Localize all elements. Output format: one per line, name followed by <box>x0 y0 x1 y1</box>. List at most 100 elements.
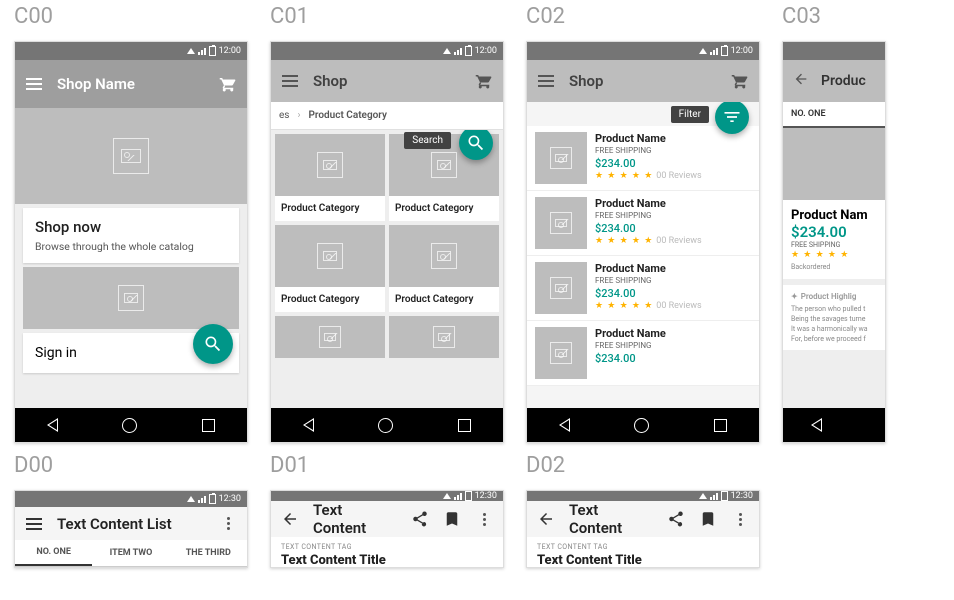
product-row[interactable]: Product Name FREE SHIPPING $234.00 <box>527 321 759 386</box>
status-time: 12:30 <box>731 491 753 501</box>
product-hero <box>783 128 885 200</box>
category-tile[interactable] <box>389 316 499 358</box>
card-title: Shop now <box>35 218 227 236</box>
tab-bar: NO. ONE ITEM TWO THE THIRD <box>15 540 247 567</box>
app-bar: Text Content List <box>15 507 247 540</box>
phone-c00: 12:00 Shop Name Shop now Browse through … <box>14 41 248 443</box>
phone-c03: Produc NO. ONE Product Nam $234.00 FREE … <box>782 41 886 443</box>
more-icon[interactable] <box>475 510 493 528</box>
phone-c02: 12:00 Shop Filter Product Nam <box>526 41 760 443</box>
nav-home-icon[interactable] <box>634 418 649 433</box>
tab-the-third[interactable]: THE THIRD <box>170 540 247 566</box>
app-bar: Text Content <box>271 501 503 537</box>
breadcrumb: es › Product Category <box>271 102 503 130</box>
nav-recent-icon[interactable] <box>714 419 727 432</box>
content-body: TEXT CONTENT TAG Text Content Title <box>527 537 759 568</box>
phone-d00: 12:30 Text Content List NO. ONE ITEM TWO… <box>14 490 248 568</box>
product-thumb <box>535 327 587 379</box>
grid-label-c00: C00 <box>14 4 248 29</box>
product-row[interactable]: Product Name FREE SHIPPING $234.00 ★ ★ ★… <box>527 256 759 321</box>
crumb-current: Product Category <box>308 110 386 121</box>
product-rating: ★ ★ ★ ★ ★00 Reviews <box>595 236 751 246</box>
category-tile[interactable]: Product Category <box>275 134 385 221</box>
bookmark-icon[interactable] <box>443 510 461 528</box>
status-bar: 12:00 <box>15 42 247 60</box>
nav-home-icon[interactable] <box>122 418 137 433</box>
content-body: TEXT CONTENT TAG Text Content Title <box>271 537 503 568</box>
category-tile[interactable]: Product Category <box>275 225 385 312</box>
product-thumb <box>535 132 587 184</box>
status-time: 12:00 <box>475 46 497 56</box>
nav-back-icon[interactable] <box>559 418 570 432</box>
tab-no-one[interactable]: NO. ONE <box>15 540 92 566</box>
content-title: Text Content Title <box>537 553 749 568</box>
menu-icon[interactable] <box>25 515 43 533</box>
grid-label-c03: C03 <box>782 4 886 29</box>
bookmark-icon[interactable] <box>699 510 717 528</box>
app-title: Shop <box>569 72 717 90</box>
more-icon[interactable] <box>731 510 749 528</box>
menu-icon[interactable] <box>537 72 555 90</box>
tab-no-one[interactable]: NO. ONE <box>783 102 885 128</box>
stock-status: Backordered <box>791 263 877 271</box>
menu-icon[interactable] <box>281 72 299 90</box>
product-row[interactable]: Product Name FREE SHIPPING $234.00 ★ ★ ★… <box>527 126 759 191</box>
app-bar: Shop Name <box>15 60 247 108</box>
category-tile[interactable]: Product Category <box>389 225 499 312</box>
status-time: 12:00 <box>731 46 753 56</box>
product-price: $234.00 <box>595 352 751 365</box>
back-arrow-icon[interactable] <box>537 510 555 528</box>
share-icon[interactable] <box>411 510 429 528</box>
product-list: Product Name FREE SHIPPING $234.00 ★ ★ ★… <box>527 122 759 390</box>
menu-icon[interactable] <box>25 75 43 93</box>
grid-label-d02: D02 <box>526 453 760 478</box>
more-icon[interactable] <box>219 515 237 533</box>
product-name: Product Name <box>595 197 751 210</box>
category-grid: Product Category Product Category Produc… <box>271 130 503 362</box>
nav-back-icon[interactable] <box>811 418 822 432</box>
product-shipping: FREE SHIPPING <box>595 146 751 155</box>
android-nav <box>15 408 247 442</box>
app-title: Text Content <box>313 501 397 537</box>
app-bar: Shop <box>271 60 503 102</box>
tab-item-two[interactable]: ITEM TWO <box>92 540 169 566</box>
nav-recent-icon[interactable] <box>458 419 471 432</box>
nav-home-icon[interactable] <box>378 418 393 433</box>
android-nav <box>527 408 759 442</box>
highlights-title: ✦Product Highlig <box>791 291 877 302</box>
status-time: 12:00 <box>219 46 241 56</box>
share-icon[interactable] <box>667 510 685 528</box>
fab-tooltip: Filter <box>671 106 709 123</box>
product-name: Product Name <box>595 262 751 275</box>
crumb-prev[interactable]: es <box>279 110 289 121</box>
product-name: Product Nam <box>791 208 877 223</box>
content-title: Text Content Title <box>281 553 493 568</box>
app-bar: Text Content <box>527 501 759 537</box>
product-row[interactable]: Product Name FREE SHIPPING $234.00 ★ ★ ★… <box>527 191 759 256</box>
app-title: Shop Name <box>57 75 205 93</box>
grid-label-d01: D01 <box>270 453 504 478</box>
category-tile[interactable] <box>275 316 385 358</box>
shop-now-card[interactable]: Shop now Browse through the whole catalo… <box>23 208 239 263</box>
nav-back-icon[interactable] <box>47 418 58 432</box>
app-title: Text Content <box>569 501 653 537</box>
product-rating: ★ ★ ★ ★ ★00 Reviews <box>595 301 751 311</box>
product-thumb <box>535 197 587 249</box>
highlight-line: The person who pulled t <box>791 305 877 315</box>
product-shipping: FREE SHIPPING <box>595 341 751 350</box>
cart-icon[interactable] <box>219 75 237 93</box>
back-arrow-icon[interactable] <box>281 510 299 528</box>
screen-body: Filter Product Name FREE SHIPPING $234.0… <box>527 102 759 408</box>
nav-back-icon[interactable] <box>303 418 314 432</box>
cart-icon[interactable] <box>475 72 493 90</box>
phone-d02: 12:30 Text Content TEXT CONT <box>526 490 760 568</box>
phone-c01: 12:00 Shop es › Product Category Search <box>270 41 504 443</box>
tile-caption: Product Category <box>389 287 499 312</box>
nav-recent-icon[interactable] <box>202 419 215 432</box>
status-time: 12:30 <box>219 494 241 504</box>
search-fab[interactable] <box>193 324 233 364</box>
cart-icon[interactable] <box>731 72 749 90</box>
product-price: $234.00 <box>595 222 751 235</box>
back-arrow-icon[interactable] <box>793 71 809 91</box>
app-bar: Produc <box>783 60 885 102</box>
